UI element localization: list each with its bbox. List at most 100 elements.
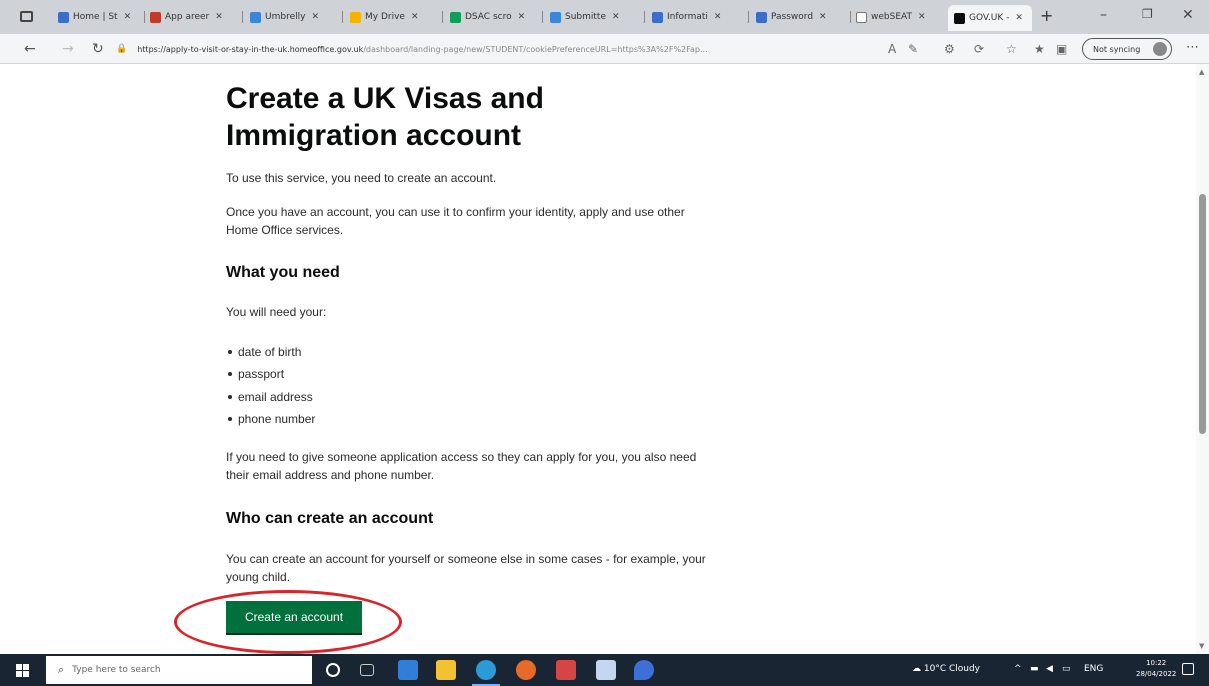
taskbar-search-input[interactable]: ⌕ Type here to search bbox=[46, 656, 312, 684]
tab-6[interactable]: Submitte ✕ bbox=[550, 8, 638, 26]
more-options-icon[interactable]: ⋯ bbox=[1186, 40, 1199, 55]
tab-label: Submitte bbox=[565, 12, 606, 22]
minimize-icon[interactable]: – bbox=[1100, 7, 1107, 23]
tab-3[interactable]: Umbrelly ✕ bbox=[250, 8, 336, 26]
tab-label: Home | St bbox=[73, 12, 118, 22]
gmail-icon bbox=[150, 11, 161, 23]
media-player-icon[interactable] bbox=[556, 660, 576, 680]
intro-text-2: Once you have an account, you can use it… bbox=[226, 205, 685, 237]
browser-toolbar: ← → ↻ 🔒 https://apply-to-visit-or-stay-i… bbox=[0, 34, 1209, 64]
close-icon[interactable]: ✕ bbox=[918, 12, 926, 22]
tab-label: DSAC scro bbox=[465, 12, 512, 22]
close-window-icon[interactable]: ✕ bbox=[1182, 7, 1194, 23]
tab-separator bbox=[748, 11, 749, 23]
scrollbar-thumb[interactable] bbox=[1199, 194, 1206, 434]
avatar bbox=[1153, 42, 1167, 56]
address-bar[interactable]: 🔒 https://apply-to-visit-or-stay-in-the-… bbox=[116, 39, 884, 59]
url-path: /dashboard/landing-page/new/STUDENT/cook… bbox=[363, 44, 708, 54]
clock-time: 10:22 bbox=[1146, 659, 1167, 667]
refresh-icon[interactable]: ↻ bbox=[92, 41, 104, 57]
back-arrow-icon[interactable]: ← bbox=[24, 41, 36, 57]
new-tab-button[interactable]: + bbox=[1040, 6, 1053, 25]
collections-icon[interactable]: ▣ bbox=[1056, 42, 1067, 56]
tab-label: GOV.UK - bbox=[969, 13, 1010, 23]
window-menu-icon[interactable] bbox=[20, 11, 33, 22]
browser-tab-strip: Home | St ✕ App areer ✕ Umbrelly ✕ My Drive… bbox=[0, 0, 1209, 34]
who-text: You can create an account for yourself o… bbox=[226, 552, 706, 584]
close-icon[interactable]: ✕ bbox=[1015, 13, 1023, 23]
google-drive-icon bbox=[350, 11, 361, 23]
tab-label: Informati bbox=[667, 12, 708, 22]
tab-label: Password bbox=[771, 12, 814, 22]
tab-separator bbox=[542, 11, 543, 23]
list-item: passport bbox=[228, 365, 284, 383]
tab-favicon-icon bbox=[550, 11, 561, 23]
govuk-crown-icon bbox=[954, 12, 965, 24]
read-aloud-icon[interactable]: A bbox=[888, 42, 896, 56]
intro-text: To use this service, you need to create … bbox=[226, 171, 497, 185]
cloud-icon: ☁ bbox=[912, 664, 921, 674]
tab-favicon-icon bbox=[756, 11, 767, 23]
tab-favicon-icon bbox=[58, 11, 69, 23]
close-icon[interactable]: ✕ bbox=[819, 12, 827, 22]
favorites-bar-icon[interactable]: ★ bbox=[1034, 42, 1045, 56]
tab-7[interactable]: Informati ✕ bbox=[652, 8, 742, 26]
immersive-reader-icon[interactable]: ✎ bbox=[908, 42, 918, 56]
maximize-icon[interactable]: ❐ bbox=[1142, 7, 1153, 21]
refresh-icon[interactable]: ⟳ bbox=[974, 42, 984, 56]
task-view-icon[interactable] bbox=[360, 664, 374, 676]
list-item-text: email address bbox=[238, 390, 313, 404]
firefox-icon[interactable] bbox=[516, 660, 536, 680]
tab-active-govuk[interactable]: GOV.UK - ✕ bbox=[948, 5, 1032, 31]
tab-favicon-icon bbox=[250, 11, 261, 23]
list-item: email address bbox=[228, 388, 313, 406]
notifications-icon[interactable] bbox=[1182, 663, 1194, 675]
page-icon bbox=[856, 11, 867, 23]
notepad-icon[interactable] bbox=[596, 660, 616, 680]
mail-icon[interactable] bbox=[398, 660, 418, 680]
need-lead-text: You will need your: bbox=[226, 305, 327, 319]
file-explorer-icon[interactable] bbox=[436, 660, 456, 680]
lock-icon[interactable]: 🔒 bbox=[116, 44, 127, 54]
scroll-down-icon[interactable]: ▼ bbox=[1199, 642, 1204, 650]
bullet-icon bbox=[228, 395, 232, 399]
network-icon[interactable]: ▬ bbox=[1030, 664, 1039, 674]
windows-start-icon[interactable] bbox=[16, 664, 30, 677]
scroll-up-icon[interactable]: ▲ bbox=[1199, 68, 1204, 76]
volume-icon[interactable]: ◀ bbox=[1046, 664, 1053, 674]
tab-8[interactable]: Password ✕ bbox=[756, 8, 844, 26]
extensions-icon[interactable]: ⚙ bbox=[944, 42, 955, 56]
taskbar-clock[interactable]: 10:22 28/04/2022 bbox=[1136, 658, 1176, 680]
forward-arrow-icon[interactable]: → bbox=[62, 41, 74, 57]
close-icon[interactable]: ✕ bbox=[215, 12, 223, 22]
create-account-button[interactable]: Create an account bbox=[226, 601, 362, 635]
profile-sync-button[interactable]: Not syncing bbox=[1082, 38, 1172, 60]
tab-9[interactable]: webSEAT ✕ bbox=[856, 8, 944, 26]
language-indicator[interactable]: ENG bbox=[1084, 664, 1103, 674]
close-icon[interactable]: ✕ bbox=[311, 12, 319, 22]
close-icon[interactable]: ✕ bbox=[124, 12, 132, 22]
paint-icon[interactable] bbox=[634, 660, 654, 680]
tab-5[interactable]: DSAC scro ✕ bbox=[450, 8, 536, 26]
tab-2[interactable]: App areer ✕ bbox=[150, 8, 234, 26]
close-icon[interactable]: ✕ bbox=[714, 12, 722, 22]
list-item: phone number bbox=[228, 410, 315, 428]
access-text: If you need to give someone application … bbox=[226, 450, 697, 482]
page-scrollbar[interactable]: ▲ ▼ bbox=[1196, 64, 1209, 654]
tab-separator bbox=[144, 11, 145, 23]
list-item-text: passport bbox=[238, 367, 285, 381]
tab-1[interactable]: Home | St ✕ bbox=[58, 8, 138, 26]
list-item-text: date of birth bbox=[238, 345, 302, 359]
battery-icon[interactable]: ▭ bbox=[1062, 664, 1071, 674]
list-item: date of birth bbox=[228, 343, 301, 361]
close-icon[interactable]: ✕ bbox=[411, 12, 419, 22]
cortana-icon[interactable] bbox=[326, 663, 340, 677]
weather-widget[interactable]: ☁ 10°C Cloudy bbox=[912, 664, 980, 674]
close-icon[interactable]: ✕ bbox=[612, 12, 620, 22]
edge-browser-icon[interactable] bbox=[472, 660, 500, 686]
close-icon[interactable]: ✕ bbox=[518, 12, 526, 22]
tab-4[interactable]: My Drive ✕ bbox=[350, 8, 436, 26]
tray-chevron-icon[interactable]: ^ bbox=[1014, 664, 1022, 674]
bullet-icon bbox=[228, 350, 232, 354]
favorites-star-icon[interactable]: ☆ bbox=[1006, 42, 1017, 56]
